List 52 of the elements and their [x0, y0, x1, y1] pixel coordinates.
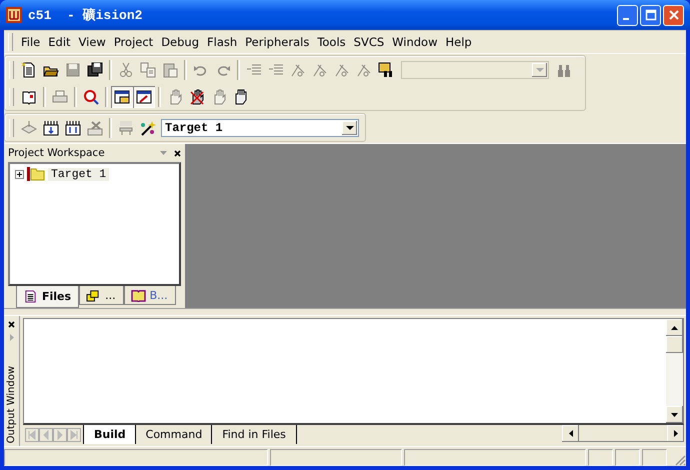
output-tab[interactable]: Build: [83, 425, 137, 444]
window-title: c51 - 礦ision2: [28, 6, 142, 24]
menu-item[interactable]: File: [17, 35, 44, 49]
expand-icon[interactable]: [15, 170, 24, 178]
scroll-left-icon: [568, 430, 572, 437]
arrow-icon[interactable]: [10, 334, 14, 341]
status-pane: [588, 449, 613, 466]
window-icon[interactable]: [111, 86, 133, 108]
horizontal-scrollbar[interactable]: [562, 425, 684, 442]
maximize-icon: [644, 9, 656, 21]
scroll-thumb[interactable]: [666, 336, 683, 353]
close-icon[interactable]: [174, 150, 181, 156]
dropdown-arrow-icon: [536, 68, 544, 72]
app-icon: [6, 7, 22, 23]
maximize-button[interactable]: [640, 4, 661, 26]
menu-item[interactable]: Flash: [203, 35, 242, 49]
menu-item[interactable]: View: [74, 35, 110, 49]
menu-item[interactable]: Peripherals: [241, 35, 314, 49]
file-list-icon: [23, 290, 38, 303]
panel-tab[interactable]: Files: [16, 286, 80, 308]
close-button[interactable]: [663, 4, 684, 26]
book-icon: [130, 288, 146, 302]
scroll-right-icon: [674, 430, 678, 437]
menu-item[interactable]: Help: [442, 35, 476, 49]
dropdown-arrow-icon: [346, 126, 354, 130]
folders-icon: [86, 288, 102, 302]
window-icon[interactable]: [133, 86, 155, 108]
close-icon[interactable]: [8, 321, 15, 328]
panel-title: Project Workspace: [8, 147, 106, 159]
vertical-scrollbar[interactable]: [666, 319, 683, 423]
panel-title: Output Window: [6, 366, 17, 443]
panel-tab[interactable]: ...: [79, 286, 124, 305]
panel-tab[interactable]: B...: [124, 286, 176, 305]
dropdown-arrow-icon[interactable]: [160, 151, 167, 155]
tree-item[interactable]: Target 1: [48, 168, 110, 180]
target-folder-icon: [27, 167, 45, 181]
menu-item[interactable]: Edit: [44, 35, 75, 49]
target-dropdown[interactable]: Target 1: [161, 118, 359, 136]
output-tab[interactable]: Find in Files: [211, 425, 297, 444]
resize-grip-icon[interactable]: [674, 454, 686, 466]
minimize-icon: [622, 18, 628, 20]
scroll-down-icon: [671, 412, 678, 416]
status-pane: [615, 449, 640, 466]
close-icon: [668, 9, 680, 21]
menu-item[interactable]: Project: [110, 35, 158, 49]
menu-item[interactable]: SVCS: [350, 35, 388, 49]
minimize-button[interactable]: [617, 4, 638, 26]
status-pane: [642, 449, 667, 466]
menu-item[interactable]: Window: [388, 35, 442, 49]
menu-item[interactable]: Tools: [313, 35, 350, 49]
menu-item[interactable]: Debug: [157, 35, 204, 49]
scroll-up-icon: [671, 326, 678, 330]
